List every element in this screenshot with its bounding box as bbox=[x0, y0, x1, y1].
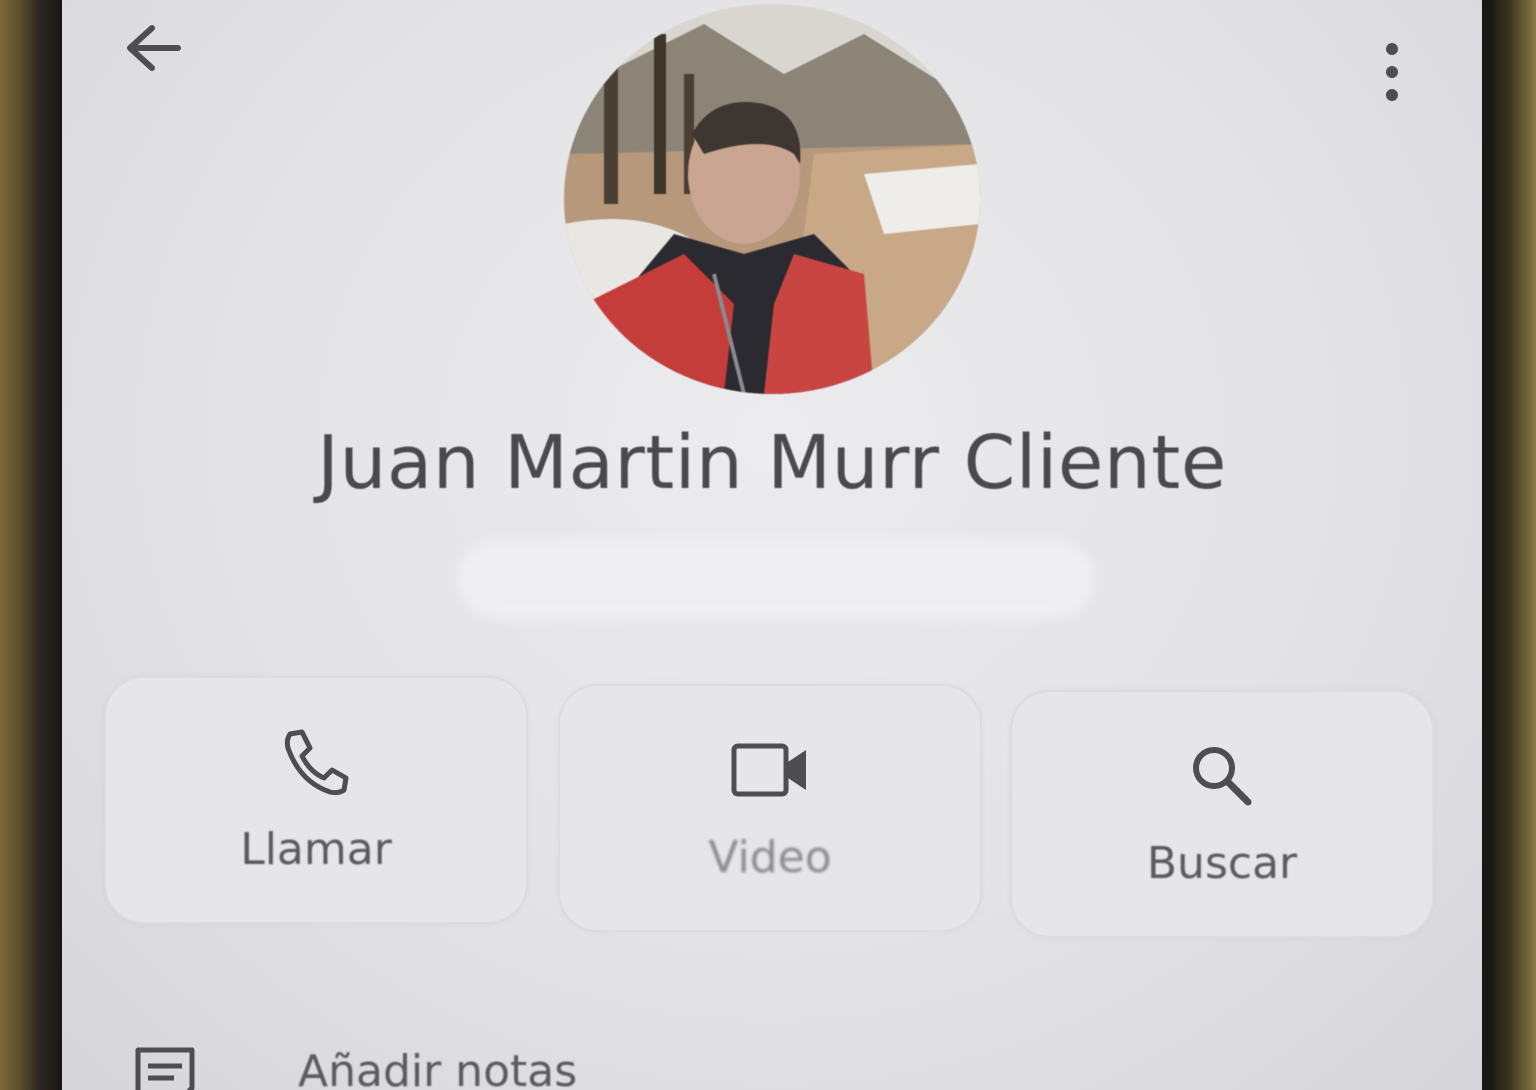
phone-icon bbox=[284, 729, 349, 796]
more-vert-icon bbox=[1386, 43, 1398, 101]
back-button[interactable] bbox=[118, 18, 186, 78]
contact-avatar[interactable] bbox=[564, 4, 980, 394]
add-notes-row[interactable]: Añadir notas bbox=[122, 1030, 1422, 1090]
search-icon bbox=[1193, 747, 1252, 806]
call-label: Llamar bbox=[240, 824, 392, 875]
redacted-phone-number bbox=[458, 540, 1094, 618]
arrow-left-icon bbox=[127, 25, 181, 71]
more-options-button[interactable] bbox=[1368, 34, 1416, 110]
call-button[interactable]: Llamar bbox=[104, 676, 528, 924]
add-notes-label: Añadir notas bbox=[298, 1046, 578, 1090]
search-label: Buscar bbox=[1146, 838, 1298, 889]
search-button[interactable]: Buscar bbox=[1010, 690, 1434, 938]
videocam-icon bbox=[731, 743, 806, 797]
contact-name: Juan Martin Murr Cliente bbox=[317, 420, 1227, 506]
contact-screen: Juan Martin Murr Cliente Llamar Video Bu… bbox=[62, 0, 1482, 1090]
video-button[interactable]: Video bbox=[558, 684, 982, 932]
video-label: Video bbox=[708, 832, 832, 883]
contact-photo bbox=[564, 4, 980, 394]
notes-icon bbox=[135, 1047, 195, 1090]
